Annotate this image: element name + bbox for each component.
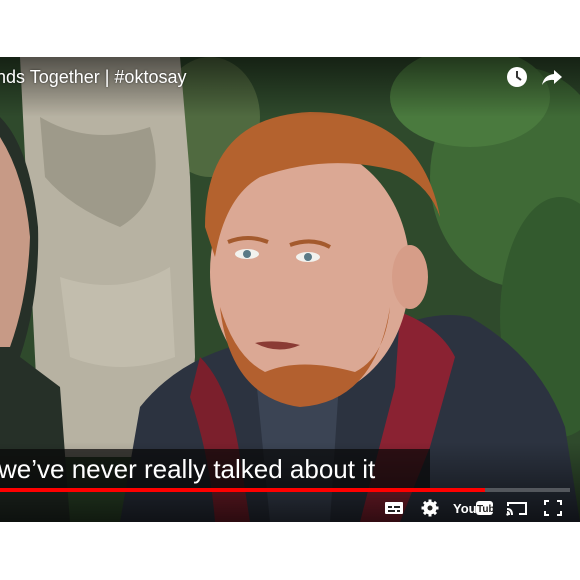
progress-bar[interactable] xyxy=(0,488,570,492)
video-title[interactable]: nds Together | #oktosay xyxy=(0,67,186,88)
svg-text:You: You xyxy=(453,501,477,516)
caption-line: we’ve never really talked about it xyxy=(0,454,376,484)
caption-text: we’ve never really talked about it xyxy=(0,449,430,489)
svg-text:Tube: Tube xyxy=(477,504,493,515)
cast-icon[interactable] xyxy=(505,499,529,517)
youtube-logo-icon[interactable]: You Tube xyxy=(453,499,493,517)
progress-played xyxy=(0,488,485,492)
share-arrow-icon[interactable] xyxy=(540,65,564,89)
video-player[interactable]: nds Together | #oktosay we’ve never real… xyxy=(0,57,580,522)
fullscreen-icon[interactable] xyxy=(543,499,563,517)
gear-icon[interactable] xyxy=(420,499,440,517)
clock-icon[interactable] xyxy=(505,65,529,89)
subtitles-icon[interactable] xyxy=(384,499,404,517)
